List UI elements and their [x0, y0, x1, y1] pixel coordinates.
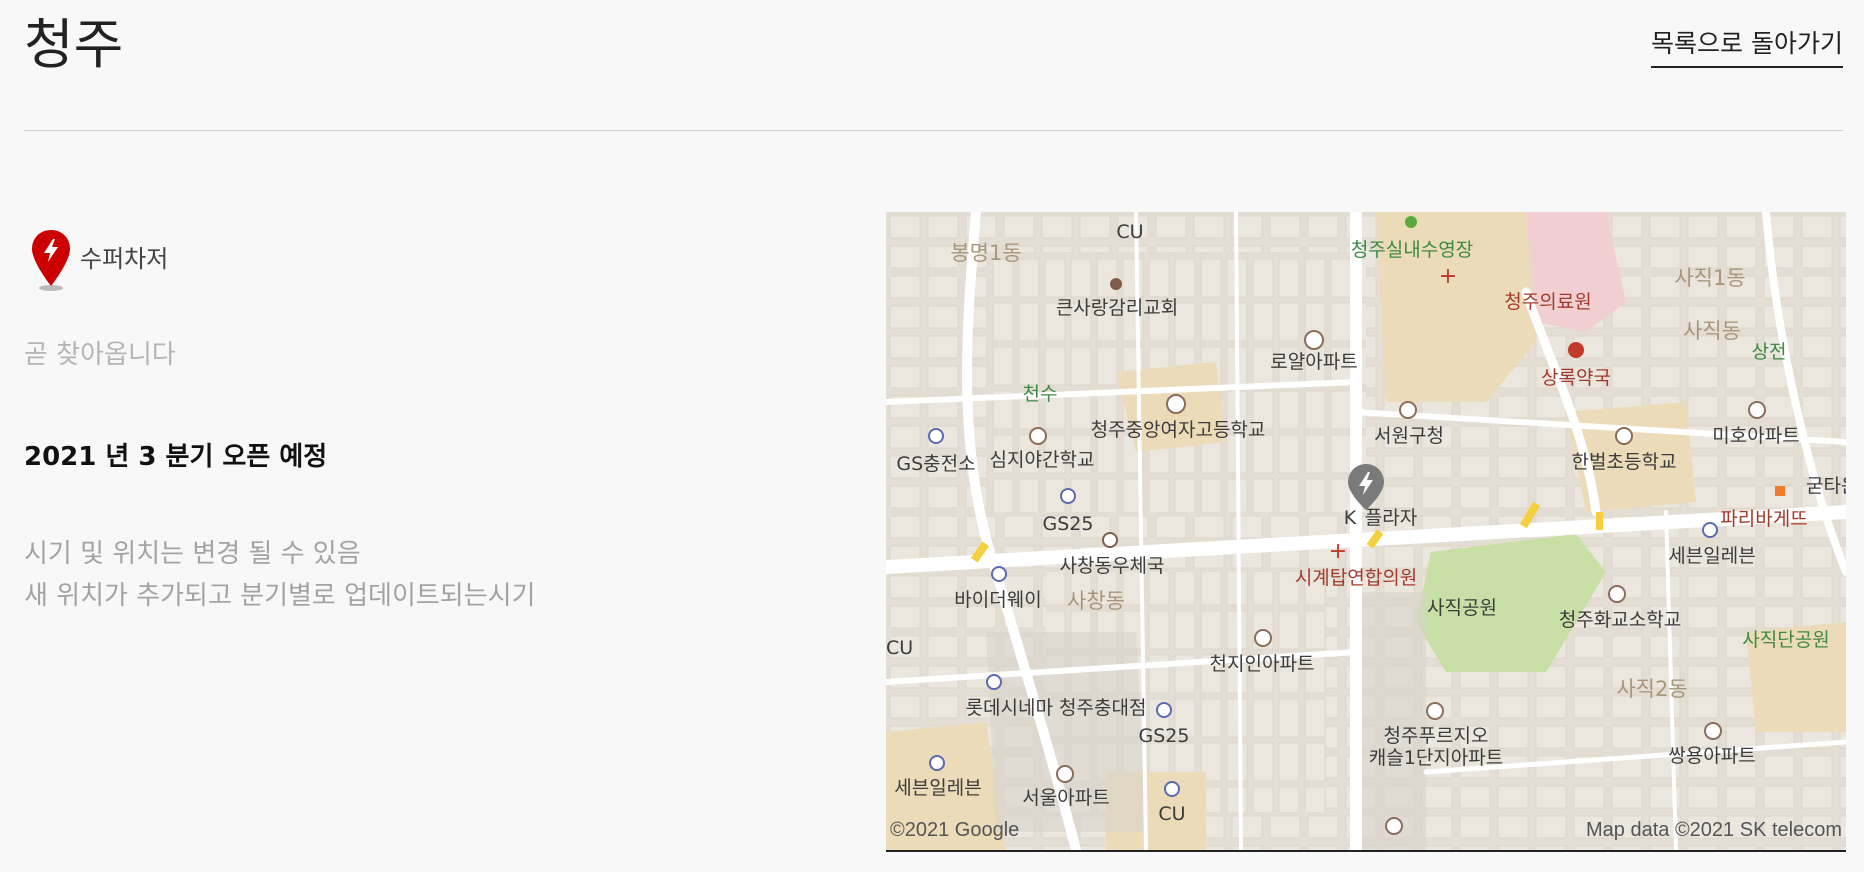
- store-icon: [1702, 522, 1718, 538]
- map-label: 상전: [1752, 341, 1787, 363]
- status-text: 곧 찾아옵니다: [24, 340, 176, 370]
- map-label: 굳타운: [1806, 475, 1846, 497]
- open-date: 2021 년 3 분기 오픈 예정: [24, 442, 328, 472]
- map-label: 청주실내수영장: [1351, 239, 1473, 261]
- map-label: 한벌초등학교: [1572, 451, 1677, 473]
- school-icon: [1608, 585, 1626, 603]
- home-icon: [1056, 765, 1074, 783]
- note-line-2: 새 위치가 추가되고 분기별로 업데이트되는시기: [24, 581, 536, 611]
- map-label: 사직2동: [1616, 677, 1687, 701]
- pool-marker-icon: [1405, 216, 1417, 228]
- map-label: 사창동우체국: [1060, 555, 1165, 577]
- note-line-1: 시기 및 위치는 변경 될 수 있음: [24, 539, 361, 569]
- map-label: 플라자: [1365, 507, 1417, 529]
- school-icon: [1029, 427, 1047, 445]
- map-canvas[interactable]: + + CU 봉명1동 청주실내수영장 청주의료원 사직1동 큰사랑감리교회 로…: [886, 212, 1846, 850]
- map-label: 캐슬1단지아파트: [1369, 747, 1503, 769]
- map-label: 청주중앙여자고등학교: [1091, 419, 1266, 441]
- home-icon: [1385, 817, 1403, 835]
- map-label: K: [1344, 507, 1357, 529]
- government-icon: [1399, 401, 1417, 419]
- church-icon: [1110, 278, 1122, 290]
- map-label: 사창동: [1067, 589, 1125, 613]
- map-label: 큰사랑감리교회: [1056, 297, 1178, 319]
- map-label: 사직동: [1683, 319, 1741, 343]
- map-label: 바이더웨이: [954, 589, 1041, 611]
- charger-type-label: 수퍼차저: [80, 244, 169, 273]
- map-label: CU: [1158, 803, 1185, 825]
- center-grey-area: [1356, 592, 1426, 850]
- map-label: 청주의료원: [1504, 291, 1591, 313]
- map-label: 청주화교소학교: [1559, 609, 1681, 631]
- map-attribution-right[interactable]: Map data ©2021 SK telecom: [1586, 819, 1842, 841]
- map-label: GS25: [1043, 513, 1094, 535]
- map-label: 로얄아파트: [1270, 351, 1357, 373]
- school-icon: [1615, 427, 1633, 445]
- map-label: 청주푸르지오: [1384, 725, 1489, 747]
- map-label: 심지야간학교: [990, 449, 1095, 471]
- map-label: 미호아파트: [1712, 425, 1799, 447]
- bakery-icon: [1775, 486, 1785, 496]
- store-icon: [929, 755, 945, 771]
- home-icon: [1748, 401, 1766, 419]
- map-label: 서울아파트: [1022, 787, 1109, 809]
- map-label: CU: [1116, 221, 1143, 243]
- map-label: 봉명1동: [950, 241, 1021, 265]
- home-icon: [1254, 629, 1272, 647]
- map-label: 사직1동: [1674, 266, 1745, 290]
- home-icon: [1704, 722, 1722, 740]
- post-office-icon: [1102, 532, 1118, 548]
- map-label: 세븐일레븐: [894, 777, 981, 799]
- charger-type: 수퍼차저: [30, 228, 168, 294]
- map-label: GS25: [1139, 725, 1190, 747]
- map-label: 천지인아파트: [1210, 653, 1315, 675]
- store-icon: [1156, 702, 1172, 718]
- pharmacy-icon: [1568, 342, 1584, 358]
- location-map[interactable]: + + CU 봉명1동 청주실내수영장 청주의료원 사직1동 큰사랑감리교회 로…: [886, 212, 1846, 852]
- map-label: CU: [886, 637, 913, 659]
- map-attribution-left: ©2021 Google: [890, 819, 1019, 841]
- map-label: 천수: [1023, 383, 1058, 405]
- gas-station-icon: [928, 428, 944, 444]
- map-label: 사직단공원: [1742, 629, 1829, 651]
- map-label: 쌍용아파트: [1668, 745, 1755, 767]
- header-divider: [24, 130, 1843, 131]
- cinema-icon: [986, 674, 1002, 690]
- store-icon: [1164, 781, 1180, 797]
- home-icon: [1304, 330, 1324, 350]
- map-label: 롯데시네마 청주충대점: [966, 697, 1147, 719]
- store-icon: [1060, 488, 1076, 504]
- hospital-cross-icon: +: [1439, 264, 1457, 289]
- map-label: 상록약국: [1541, 367, 1611, 389]
- back-to-list-link[interactable]: 목록으로 돌아가기: [1651, 24, 1843, 68]
- map-label: 파리바게뜨: [1720, 508, 1807, 530]
- store-icon: [991, 566, 1007, 582]
- map-label: 서원구청: [1374, 425, 1444, 447]
- page-title: 청주: [24, 13, 124, 76]
- map-label: 세븐일레븐: [1668, 545, 1755, 567]
- map-label: GS충전소: [896, 453, 975, 475]
- school-icon: [1166, 394, 1186, 414]
- clinic-cross-icon: +: [1329, 539, 1347, 564]
- supercharger-pin-icon: [32, 230, 70, 291]
- map-label: 사직공원: [1427, 597, 1497, 619]
- map-label: 시계탑연합의원: [1295, 567, 1417, 589]
- home-icon: [1426, 702, 1444, 720]
